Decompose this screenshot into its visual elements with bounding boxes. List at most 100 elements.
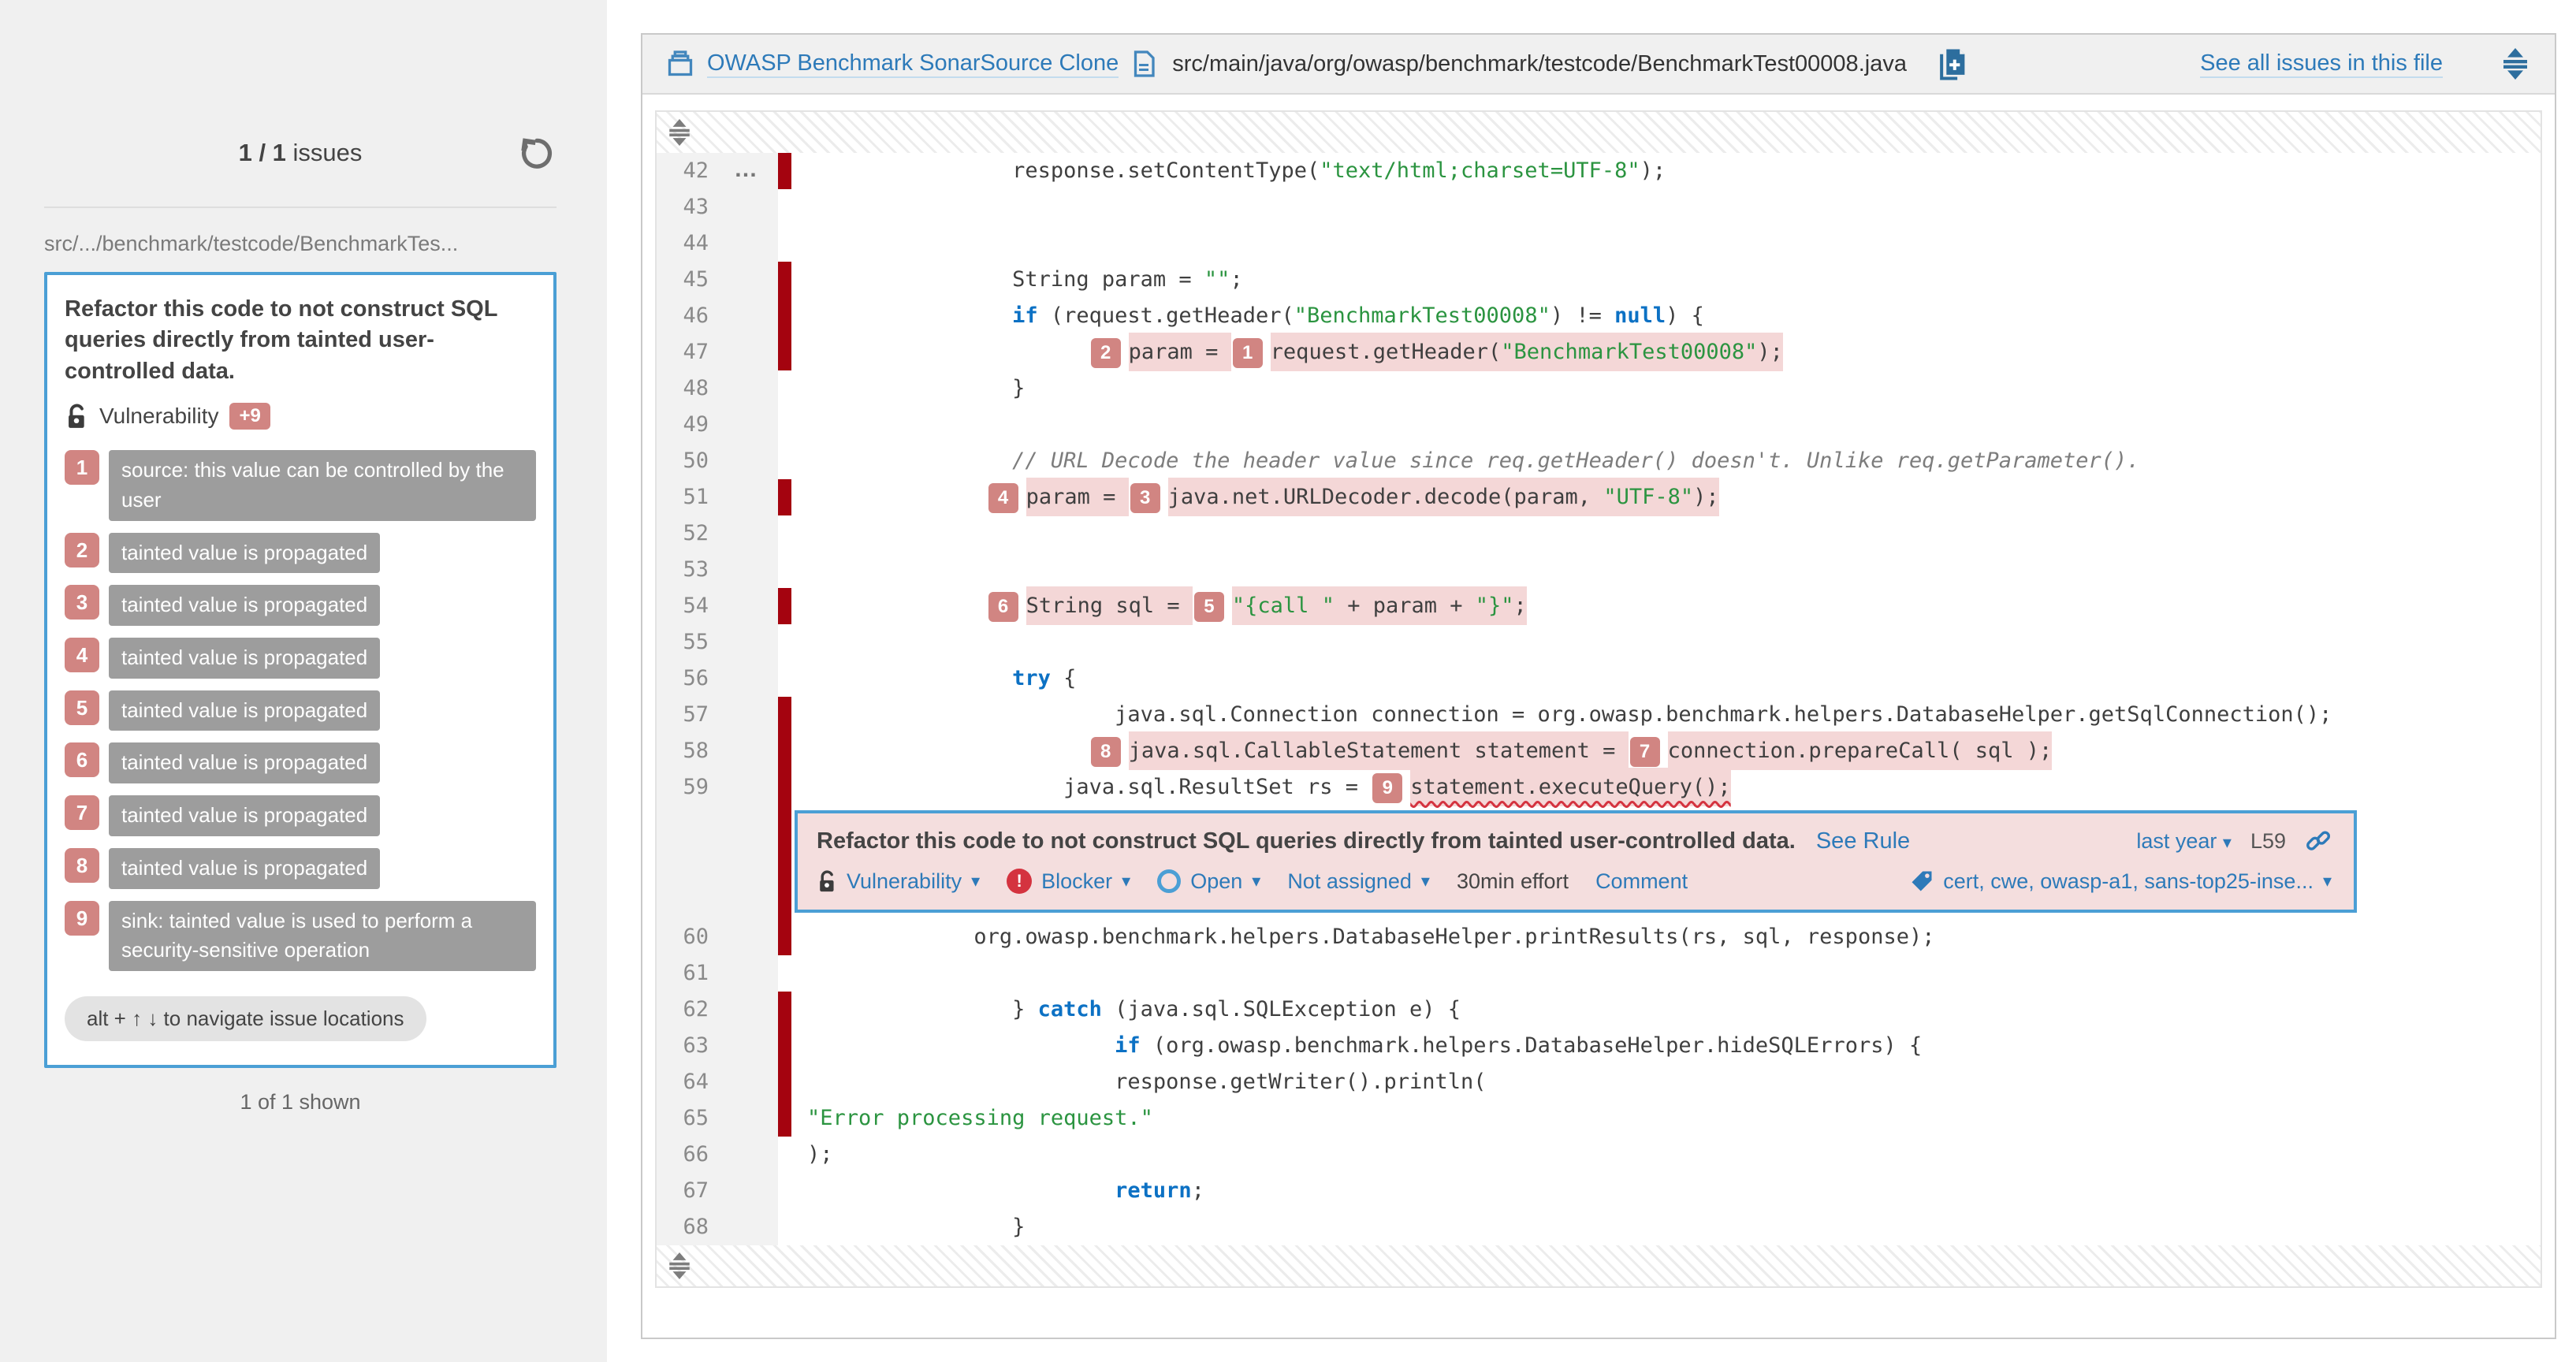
flow-location-label[interactable]: tainted value is propagated [109,848,380,889]
line-number-gutter[interactable]: 48 [657,370,778,407]
line-number-gutter[interactable]: 54 [657,588,778,624]
line-number[interactable]: 44 [683,225,709,262]
flow-location-number[interactable]: 7 [65,795,99,830]
flow-location-number[interactable]: 5 [65,690,99,725]
reload-icon[interactable] [516,132,557,173]
expand-up-icon[interactable] [666,117,693,148]
line-number[interactable]: 63 [683,1028,709,1064]
line-number[interactable]: 68 [683,1209,709,1245]
flow-location-label[interactable]: tainted value is propagated [109,533,380,574]
expand-lines-above-row[interactable] [657,112,2541,153]
see-rule-link[interactable]: See Rule [1816,828,1910,854]
location-badge[interactable]: 2 [1091,338,1121,368]
location-badge[interactable]: 3 [1130,483,1160,513]
flow-location-label[interactable]: sink: tainted value is used to perform a… [109,901,536,971]
line-number-gutter[interactable]: 50 [657,443,778,479]
line-number[interactable]: 67 [683,1173,709,1209]
line-number[interactable]: 62 [683,992,709,1028]
flow-location-number[interactable]: 3 [65,585,99,620]
line-number-gutter[interactable]: 63 [657,1028,778,1064]
line-number-gutter[interactable]: 58 [657,733,778,769]
line-number[interactable]: 65 [683,1100,709,1137]
flow-location-number[interactable]: 9 [65,901,99,936]
line-number-gutter[interactable]: 55 [657,624,778,661]
flow-location-label[interactable]: tainted value is propagated [109,795,380,836]
line-number-gutter[interactable]: 56 [657,661,778,697]
flow-location-label[interactable]: tainted value is propagated [109,690,380,731]
line-number[interactable]: 42 [683,153,709,189]
line-number-gutter[interactable]: 62 [657,992,778,1028]
location-badge[interactable]: 7 [1630,737,1660,767]
see-all-issues-link[interactable]: See all issues in this file [2200,50,2443,78]
line-number-gutter[interactable]: 49 [657,407,778,443]
issue-card[interactable]: Refactor this code to not construct SQL … [44,272,557,1068]
line-number[interactable]: 66 [683,1137,709,1173]
inline-issue-box[interactable]: Refactor this code to not construct SQL … [795,810,2357,913]
flow-location-number[interactable]: 8 [65,848,99,883]
issue-severity-dropdown[interactable]: ! Blocker▾ [1007,869,1130,894]
line-number[interactable]: 56 [683,661,709,697]
location-badge[interactable]: 6 [988,592,1018,622]
flow-location-number[interactable]: 6 [65,742,99,777]
line-number-gutter[interactable]: 67 [657,1173,778,1209]
flow-location-number[interactable]: 2 [65,533,99,568]
line-number-gutter[interactable]: 45 [657,262,778,298]
flow-location-label[interactable]: source: this value can be controlled by … [109,450,536,520]
line-number[interactable]: 61 [683,955,709,992]
line-number[interactable]: 53 [683,552,709,588]
location-badge[interactable]: 9 [1372,773,1402,803]
flow-location-item[interactable]: 1 source: this value can be controlled by… [65,450,536,520]
line-number[interactable]: 48 [683,370,709,407]
line-number-gutter[interactable]: 44 [657,225,778,262]
line-number[interactable]: 59 [683,769,709,806]
line-number-gutter[interactable]: 47 [657,334,778,370]
flow-location-item[interactable]: 8 tainted value is propagated [65,848,536,889]
flow-location-number[interactable]: 1 [65,450,99,485]
project-link[interactable]: OWASP Benchmark SonarSource Clone [707,50,1119,78]
line-number-gutter[interactable]: 42 … [657,153,778,189]
issue-tags-dropdown[interactable]: cert, cwe, owasp-a1, sans-top25-inse...▾ [1910,869,2332,894]
location-badge[interactable]: 4 [988,483,1018,513]
line-number-gutter[interactable]: 43 [657,189,778,225]
line-number[interactable]: 49 [683,407,709,443]
line-number-gutter[interactable]: 60 [657,919,778,955]
line-number[interactable]: 57 [683,697,709,733]
flow-location-item[interactable]: 3 tainted value is propagated [65,585,536,626]
flow-location-item[interactable]: 2 tainted value is propagated [65,533,536,574]
line-number[interactable]: 43 [683,189,709,225]
line-number-gutter[interactable]: 52 [657,515,778,552]
line-number[interactable]: 46 [683,298,709,334]
issue-age-dropdown[interactable]: last year ▾ [2136,829,2232,854]
line-number-gutter[interactable]: 51 [657,479,778,515]
flow-location-item[interactable]: 9 sink: tainted value is used to perform … [65,901,536,971]
flow-location-number[interactable]: 4 [65,638,99,672]
line-number[interactable]: 54 [683,588,709,624]
flow-location-label[interactable]: tainted value is propagated [109,638,380,679]
line-number-gutter[interactable]: 53 [657,552,778,588]
location-badge[interactable]: 8 [1091,737,1121,767]
duplication-ellipsis-icon[interactable]: … [734,153,758,186]
line-number-gutter[interactable]: 59 [657,769,778,806]
flow-location-item[interactable]: 7 tainted value is propagated [65,795,536,836]
comment-button[interactable]: Comment [1595,869,1688,894]
line-number[interactable]: 50 [683,443,709,479]
line-number-gutter[interactable]: 61 [657,955,778,992]
pin-file-icon[interactable] [1937,47,1968,81]
issue-assignee-dropdown[interactable]: Not assigned▾ [1287,869,1430,894]
line-number-gutter[interactable]: 66 [657,1137,778,1173]
line-number[interactable]: 64 [683,1064,709,1100]
line-number-gutter[interactable]: 68 [657,1209,778,1245]
flow-location-item[interactable]: 5 tainted value is propagated [65,690,536,731]
expand-down-icon[interactable] [666,1250,693,1282]
flow-location-label[interactable]: tainted value is propagated [109,585,380,626]
issue-type-dropdown[interactable]: Vulnerability▾ [817,869,980,894]
flow-count-badge[interactable]: +9 [229,403,270,430]
line-number[interactable]: 47 [683,334,709,370]
line-number-gutter[interactable]: 46 [657,298,778,334]
expand-lines-below-row[interactable] [657,1245,2541,1286]
line-number[interactable]: 45 [683,262,709,298]
location-badge[interactable]: 5 [1194,592,1224,622]
line-number-gutter[interactable]: 64 [657,1064,778,1100]
line-number[interactable]: 51 [683,479,709,515]
permalink-icon[interactable] [2305,828,2332,854]
